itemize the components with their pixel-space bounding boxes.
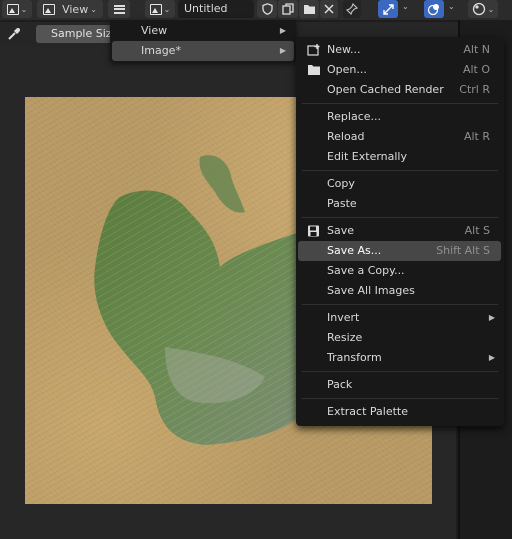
image-editor-header: ⌄ View ⌄ ⌄ Untitled ⌄ ⌄ ⌄ <box>0 0 512 20</box>
menu-item-label: Save All Images <box>327 284 415 297</box>
menu-separator <box>302 371 498 372</box>
menu-separator <box>302 170 498 171</box>
menu-separator <box>302 304 498 305</box>
menu-item-label: Edit Externally <box>327 150 408 163</box>
shortcut-label: Alt R <box>463 130 490 143</box>
menu-toggle-button[interactable] <box>108 0 130 18</box>
menu-item-extract-palette[interactable]: Extract Palette <box>298 402 501 422</box>
shortcut-label: Alt S <box>464 224 490 237</box>
image-editor-icon <box>6 3 19 15</box>
shading-icon <box>472 2 485 16</box>
unlink-image-button[interactable] <box>320 0 338 18</box>
menu-item-copy[interactable]: Copy <box>298 174 501 194</box>
menu-item-label: Copy <box>327 177 355 190</box>
menu-item-resize[interactable]: Resize <box>298 328 501 348</box>
sample-size-button[interactable]: Sample Size <box>36 25 120 43</box>
editor-type-button[interactable]: ⌄ <box>2 0 32 18</box>
new-image-icon <box>307 44 320 56</box>
menu-item-label: Open... <box>327 63 367 76</box>
menu-item-label: Invert <box>327 311 360 324</box>
submenu-arrow-icon: ▶ <box>279 46 286 55</box>
menu-item-label: Paste <box>327 197 357 210</box>
menu-item-label: Image* <box>141 44 181 57</box>
menu-item-save-all-images[interactable]: Save All Images <box>298 281 501 301</box>
image-icon <box>149 3 162 15</box>
menu-item-label: Save <box>327 224 355 237</box>
duplicate-icon <box>282 3 294 15</box>
image-name-field[interactable]: Untitled <box>178 0 254 18</box>
eyedropper-icon[interactable] <box>7 27 21 41</box>
menu-item-view[interactable]: View ▶ <box>112 21 294 41</box>
menu-item-open[interactable]: Open... Alt O <box>298 60 501 80</box>
menu-item-invert[interactable]: Invert ▶ <box>298 308 501 328</box>
overlay-button[interactable] <box>424 0 444 18</box>
shield-icon <box>261 3 273 15</box>
pin-button[interactable] <box>343 0 361 18</box>
shortcut-label: Alt N <box>463 43 490 56</box>
uv-sync-icon <box>382 3 394 15</box>
menu-separator <box>302 217 498 218</box>
menu-item-label: View <box>141 24 168 37</box>
menu-item-replace[interactable]: Replace... <box>298 107 501 127</box>
menu-item-transform[interactable]: Transform ▶ <box>298 348 501 368</box>
menu-item-label: Transform <box>327 351 382 364</box>
menu-item-label: Pack <box>327 378 353 391</box>
menu-item-save[interactable]: Save Alt S <box>298 221 501 241</box>
folder-icon <box>308 65 320 75</box>
header-menu: View ▶ Image* ▶ <box>110 20 296 62</box>
menu-item-label: Open Cached Render <box>327 83 444 96</box>
shortcut-label: Shift Alt S <box>436 244 490 257</box>
menu-item-label: Replace... <box>327 110 382 123</box>
close-icon <box>324 4 334 14</box>
overlay-icon <box>427 4 439 16</box>
menu-item-label: Extract Palette <box>327 405 408 418</box>
menu-item-image[interactable]: Image* ▶ <box>112 41 294 61</box>
pin-icon <box>346 3 358 15</box>
chevron-down-icon[interactable]: ⌄ <box>448 2 455 11</box>
chevron-down-icon: ⌄ <box>20 4 28 14</box>
menu-item-paste[interactable]: Paste <box>298 194 501 214</box>
menu-item-save-a-copy[interactable]: Save a Copy... <box>298 261 501 281</box>
shading-button[interactable]: ⌄ <box>468 0 498 18</box>
submenu-arrow-icon: ▶ <box>279 26 286 35</box>
chevron-down-icon[interactable]: ⌄ <box>402 2 409 11</box>
menu-item-pack[interactable]: Pack <box>298 375 501 395</box>
chevron-down-icon: ⌄ <box>487 4 495 14</box>
open-image-button[interactable] <box>299 0 319 18</box>
chevron-down-icon: ⌄ <box>90 4 97 14</box>
image-submenu: New... Alt N Open... Alt O Open Cached R… <box>296 37 504 426</box>
submenu-arrow-icon: ▶ <box>488 353 495 362</box>
menu-separator <box>302 103 498 104</box>
save-icon <box>308 225 319 237</box>
browse-image-button[interactable]: ⌄ <box>145 0 175 18</box>
menu-item-open-cached-render[interactable]: Open Cached Render Ctrl R <box>298 80 501 100</box>
menu-item-label: Save a Copy... <box>327 264 405 277</box>
submenu-arrow-icon: ▶ <box>488 313 495 322</box>
menu-separator <box>302 398 498 399</box>
menu-item-label: Reload <box>327 130 365 143</box>
menu-item-label: Save As... <box>327 244 382 257</box>
shortcut-label: Ctrl R <box>459 83 490 96</box>
menu-item-label: Resize <box>327 331 363 344</box>
view-mode-dropdown[interactable]: View ⌄ <box>37 0 103 18</box>
view-mode-label: View <box>62 2 89 16</box>
folder-icon <box>303 4 315 14</box>
chevron-down-icon: ⌄ <box>163 4 171 14</box>
view-mode-icon <box>43 3 56 15</box>
fake-user-button[interactable] <box>257 0 277 18</box>
shortcut-label: Alt O <box>462 63 490 76</box>
duplicate-image-button[interactable] <box>278 0 298 18</box>
menu-item-reload[interactable]: Reload Alt R <box>298 127 501 147</box>
menu-item-new[interactable]: New... Alt N <box>298 40 501 60</box>
menu-item-save-as[interactable]: Save As... Shift Alt S <box>298 241 501 261</box>
menu-item-edit-externally[interactable]: Edit Externally <box>298 147 501 167</box>
hamburger-icon <box>113 4 125 14</box>
menu-item-label: New... <box>327 43 361 56</box>
uv-sync-button[interactable] <box>378 0 398 18</box>
